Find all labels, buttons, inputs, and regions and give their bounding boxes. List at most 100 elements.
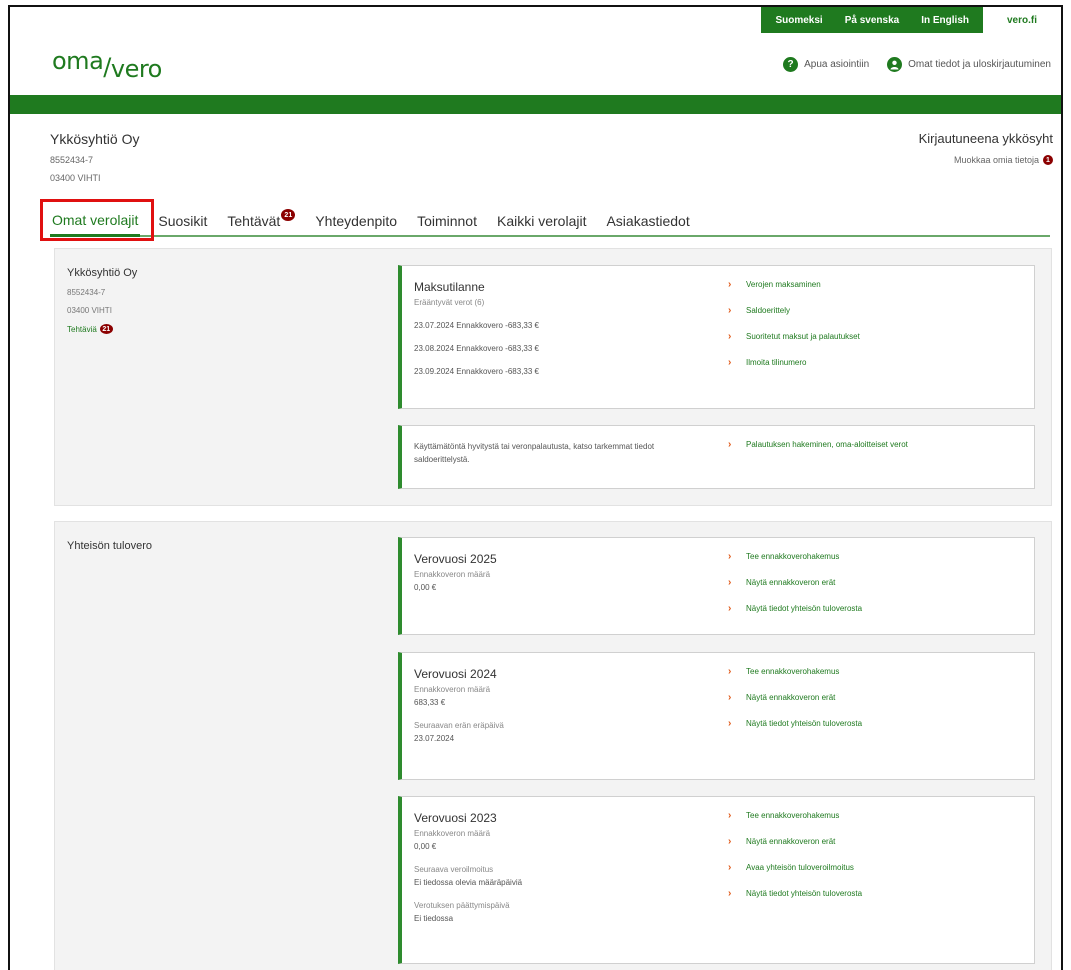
logo-slash: /	[103, 53, 111, 81]
summary-business-id: 8552434-7	[67, 288, 106, 297]
link-label: Näytä tiedot yhteisön tuloverosta	[746, 604, 863, 613]
profile-link[interactable]: Omat tiedot ja uloskirjautuminen	[887, 57, 1051, 72]
link-ennakkoverohakemus[interactable]: › Tee ennakkoverohakemus	[728, 810, 862, 837]
chevron-right-icon: ›	[728, 331, 732, 342]
lang-swedish-link[interactable]: På svenska	[845, 15, 900, 26]
link-ennakkoveron-erat[interactable]: › Näytä ennakkoveron erät	[728, 692, 862, 719]
tab-label: Toiminnot	[417, 213, 477, 229]
tab-label: Yhteydenpito	[315, 213, 398, 229]
omavero-logo[interactable]: oma/vero	[52, 47, 162, 83]
logo-text-vero: vero	[110, 55, 163, 83]
site-header: Suomeksi På svenska In English vero.fi o…	[10, 7, 1061, 95]
link-suoritetut-maksut[interactable]: › Suoritetut maksut ja palautukset	[728, 331, 860, 358]
tax-year-links: › Tee ennakkoverohakemus › Näytä ennakkove…	[728, 551, 863, 630]
link-ennakkoveron-erat[interactable]: › Näytä ennakkoveron erät	[728, 577, 862, 604]
link-verojen-maksaminen[interactable]: › Verojen maksaminen	[728, 279, 860, 306]
page-frame: Suomeksi På svenska In English vero.fi o…	[8, 5, 1063, 970]
payment-row: 23.07.2024 Ennakkovero -683,33 €	[414, 321, 539, 330]
link-label: Suoritetut maksut ja palautukset	[746, 332, 860, 341]
link-label: Näytä ennakkoveron erät	[746, 693, 836, 702]
field-label: Verotuksen päättymispäivä	[414, 901, 510, 910]
tab-label: Omat verolajit	[52, 212, 139, 228]
link-ilmoita-tilinumero[interactable]: › Ilmoita tilinumero	[728, 357, 860, 384]
link-ennakkoverohakemus[interactable]: › Tee ennakkoverohakemus	[728, 551, 862, 578]
edit-profile-link[interactable]: Muokkaa omia tietoja 1	[919, 155, 1053, 165]
payment-status-subtitle: Erääntyvät verot (6)	[414, 298, 485, 307]
chevron-right-icon: ›	[728, 718, 732, 729]
chevron-right-icon: ›	[728, 439, 732, 450]
link-tiedot-tuloverosta[interactable]: › Näytä tiedot yhteisön tuloverosta	[728, 888, 862, 915]
field-value: 0,00 €	[414, 583, 437, 592]
tax-year-links: › Tee ennakkoverohakemus › Näytä ennakkove…	[728, 810, 862, 915]
company-business-id: 8552434-7	[50, 155, 94, 165]
tab-asiakastiedot[interactable]: Asiakastiedot	[604, 213, 691, 235]
help-link-label: Apua asiointiin	[804, 59, 870, 70]
summary-address: 03400 VIHTI	[67, 306, 112, 315]
tab-label: Suosikit	[158, 213, 208, 229]
chevron-right-icon: ›	[728, 888, 732, 899]
tab-tehtavat[interactable]: Tehtävät 21	[225, 209, 297, 235]
refund-links: › Palautuksen hakeminen, oma-aloitteiset …	[728, 439, 908, 466]
tab-kaikki-verolajit[interactable]: Kaikki verolajit	[495, 213, 588, 235]
link-label: Tee ennakkoverohakemus	[746, 811, 840, 820]
link-label: Näytä ennakkoveron erät	[746, 578, 836, 587]
link-tiedot-tuloverosta[interactable]: › Näytä tiedot yhteisön tuloverosta	[728, 603, 863, 630]
summary-company: Ykkösyhtiö Oy 8552434-7 03400 VIHTI Teht…	[67, 267, 137, 334]
company-address: 03400 VIHTI	[50, 173, 101, 183]
chevron-right-icon: ›	[728, 810, 732, 821]
chevron-right-icon: ›	[728, 692, 732, 703]
lang-english-link[interactable]: In English	[921, 15, 969, 26]
language-bar: Suomeksi På svenska In English vero.fi	[761, 7, 1061, 33]
link-avaa-tuloveroilmoitus[interactable]: › Avaa yhteisön tuloveroilmoitus	[728, 862, 862, 889]
profile-link-label: Omat tiedot ja uloskirjautuminen	[908, 59, 1051, 70]
login-info: Kirjautuneena ykkösyht Muokkaa omia tiet…	[919, 131, 1053, 165]
payment-status-title: Maksutilanne	[414, 280, 485, 294]
tax-year-title: Verovuosi 2024	[414, 667, 497, 681]
refund-card: Käyttämätöntä hyvitystä tai veronpalautu…	[398, 425, 1035, 489]
link-tiedot-tuloverosta[interactable]: › Näytä tiedot yhteisön tuloverosta	[728, 718, 862, 745]
tab-label: Asiakastiedot	[606, 213, 690, 229]
tab-yhteydenpito[interactable]: Yhteydenpito	[313, 213, 399, 235]
field-value: Ei tiedossa olevia määräpäiviä	[414, 878, 523, 887]
tasks-label: Tehtäviä	[67, 324, 97, 334]
user-icon	[887, 57, 903, 72]
tasks-badge: 21	[99, 324, 113, 334]
chevron-right-icon: ›	[728, 279, 732, 290]
help-link[interactable]: ? Apua asiointiin	[783, 57, 869, 72]
company-name: Ykkösyhtiö Oy	[50, 131, 140, 147]
summary-tasks-link[interactable]: Tehtäviä 21	[67, 324, 137, 334]
field-value: 0,00 €	[414, 842, 437, 851]
field-label: Ennakkoveron määrä	[414, 570, 491, 579]
link-label: Avaa yhteisön tuloveroilmoitus	[746, 863, 854, 872]
tax-year-info: Verovuosi 2023 Ennakkoveron määrä 0,00 €…	[414, 811, 714, 923]
chevron-right-icon: ›	[728, 357, 732, 368]
link-ennakkoverohakemus[interactable]: › Tee ennakkoverohakemus	[728, 666, 862, 693]
link-ennakkoveron-erat[interactable]: › Näytä ennakkoveron erät	[728, 836, 862, 863]
payment-links: › Verojen maksaminen › Saldoerittely › Suor…	[728, 279, 860, 384]
vero-fi-link[interactable]: vero.fi	[983, 7, 1061, 33]
link-saldoerittely[interactable]: › Saldoerittely	[728, 305, 860, 332]
tab-omat-verolajit[interactable]: Omat verolajit	[50, 212, 141, 237]
field-value: Ei tiedossa	[414, 914, 454, 923]
link-label: Palautuksen hakeminen, oma-aloitteiset v…	[746, 440, 908, 449]
tab-label: Kaikki verolajit	[496, 213, 587, 229]
field-label: Seuraavan erän eräpäivä	[414, 721, 504, 730]
tab-toiminnot[interactable]: Toiminnot	[415, 213, 479, 235]
chevron-right-icon: ›	[728, 666, 732, 677]
field-label: Ennakkoveron määrä	[414, 685, 491, 694]
chevron-right-icon: ›	[728, 862, 732, 873]
summary-section: Ykkösyhtiö Oy 8552434-7 03400 VIHTI Teht…	[54, 248, 1052, 506]
link-palautuksen-hakeminen[interactable]: › Palautuksen hakeminen, oma-aloitteiset …	[728, 439, 908, 466]
main-tabs: Omat verolajit Suosikit Tehtävät 21 Yhtey…	[50, 207, 1050, 237]
link-label: Tee ennakkoverohakemus	[746, 552, 840, 561]
tax-year-2025-card: Verovuosi 2025 Ennakkoveron määrä 0,00 €…	[398, 537, 1035, 635]
field-value: 23.07.2024	[414, 734, 455, 743]
header-green-band	[10, 95, 1061, 114]
edit-profile-label: Muokkaa omia tietoja	[953, 155, 1039, 165]
logged-in-as: Kirjautuneena ykkösyht	[918, 131, 1053, 146]
tax-year-title: Verovuosi 2025	[414, 552, 497, 566]
field-label: Seuraava veroilmoitus	[414, 865, 494, 874]
field-value: 683,33 €	[414, 698, 446, 707]
tab-suosikit[interactable]: Suosikit	[156, 213, 209, 235]
lang-finnish-link[interactable]: Suomeksi	[775, 15, 822, 26]
